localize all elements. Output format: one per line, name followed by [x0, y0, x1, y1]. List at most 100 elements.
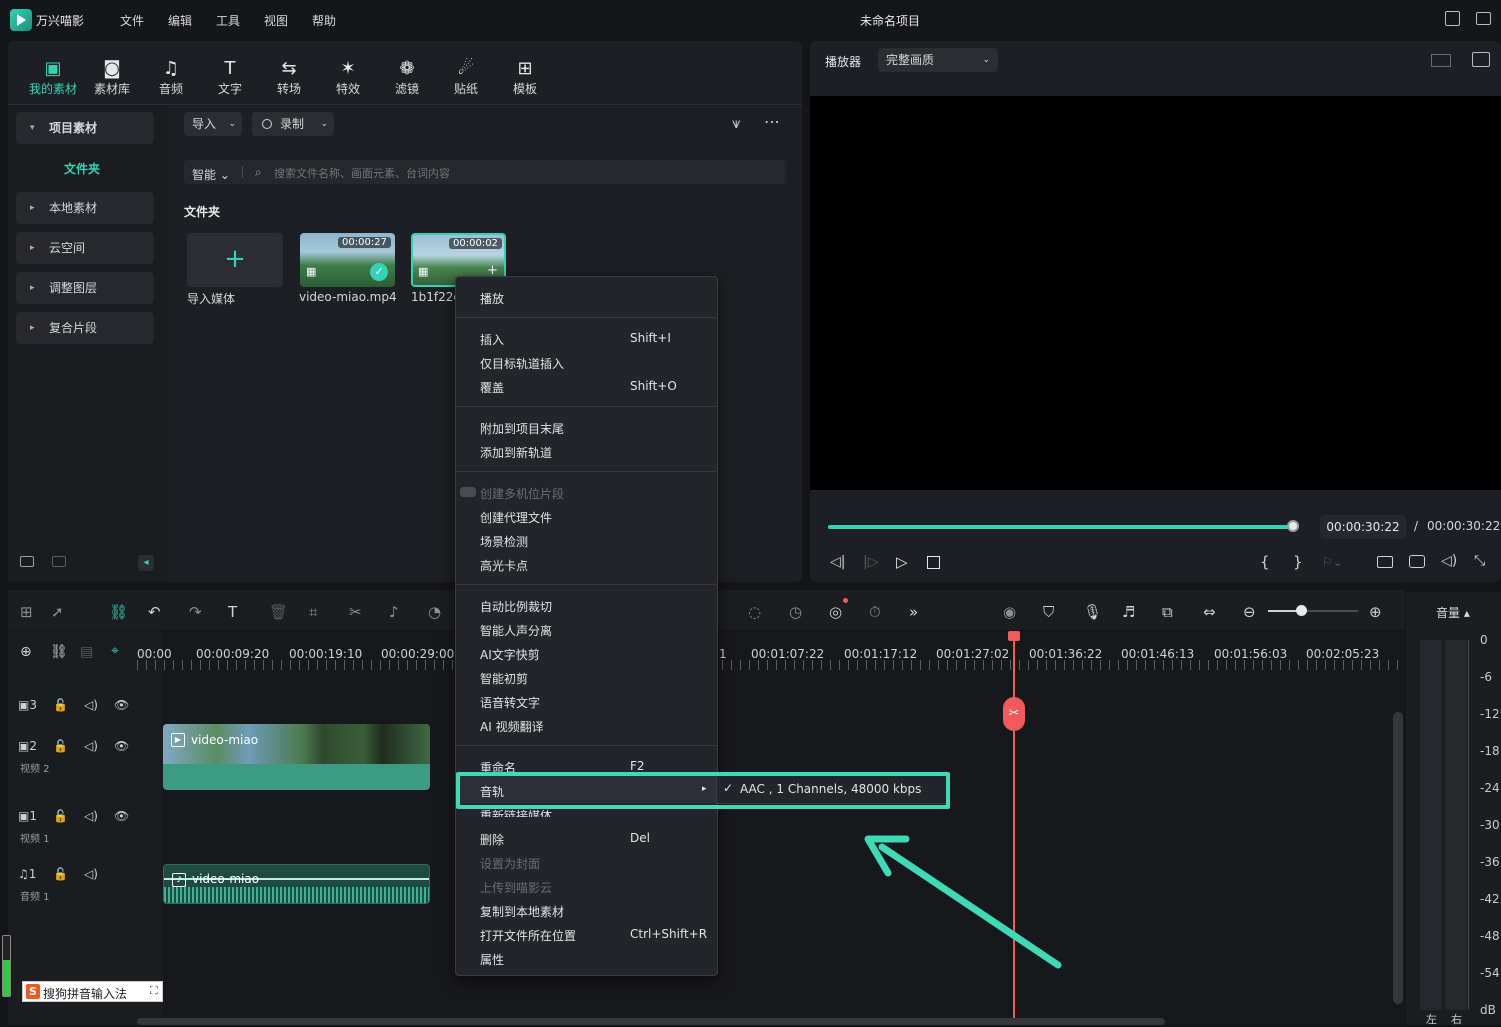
- motion-icon[interactable]: ◌: [748, 603, 761, 621]
- speaker-icon[interactable]: ◁): [84, 867, 98, 881]
- audio-adjust-icon[interactable]: ♪: [389, 603, 399, 621]
- prev-frame-icon[interactable]: ◁|: [830, 554, 845, 570]
- zoom-slider-handle[interactable]: [1296, 605, 1307, 616]
- menu-item-vocal-separation[interactable]: 智能人声分离: [480, 622, 552, 639]
- speaker-icon[interactable]: ◁): [84, 698, 98, 712]
- layout-icon[interactable]: [1476, 12, 1491, 25]
- menu-item-scene-detect[interactable]: 场景检测: [480, 533, 528, 550]
- sidebar-project-media[interactable]: 项目素材: [16, 112, 154, 144]
- stop-icon[interactable]: [927, 556, 940, 569]
- folder-icon[interactable]: [52, 556, 66, 567]
- delete-icon[interactable]: 🗑: [269, 603, 288, 621]
- render-icon[interactable]: ◉: [1003, 603, 1016, 621]
- tab-filter[interactable]: ❁ 滤镜: [382, 58, 432, 97]
- menu-item-open-location[interactable]: 打开文件所在位置: [480, 927, 576, 944]
- tab-text[interactable]: T 文字: [205, 58, 255, 97]
- mark-in-icon[interactable]: {: [1260, 553, 1270, 571]
- tab-effects[interactable]: ✶ 特效: [323, 58, 373, 97]
- menu-edit[interactable]: 编辑: [168, 12, 192, 29]
- shield-icon[interactable]: ⛉: [1043, 603, 1054, 621]
- menu-item-proxy[interactable]: 创建代理文件: [480, 509, 552, 526]
- color-icon[interactable]: ◔: [428, 603, 441, 621]
- next-frame-icon[interactable]: |▷: [863, 554, 878, 570]
- menu-item-new-track[interactable]: 添加到新轨道: [480, 444, 552, 461]
- speaker-icon[interactable]: ◁): [84, 809, 98, 823]
- audio-clip[interactable]: ♪ video-miao: [163, 864, 430, 904]
- menu-item-insert-target-track[interactable]: 仅目标轨道插入: [480, 355, 564, 372]
- snap-icon[interactable]: ⌖: [111, 643, 119, 659]
- snapshot-icon[interactable]: [1409, 555, 1425, 568]
- lock-icon[interactable]: 🔓: [53, 698, 68, 712]
- tab-audio[interactable]: ♫ 音频: [146, 58, 196, 97]
- import-media-button[interactable]: +: [187, 233, 283, 287]
- tab-sticker[interactable]: ☄ 贴纸: [441, 58, 491, 97]
- media-thumb-video-miao[interactable]: 00:00:27 ▦ ✓: [300, 233, 395, 287]
- collapse-sidebar-icon[interactable]: ◂: [138, 555, 154, 571]
- add-track-icon[interactable]: ⊕: [20, 644, 32, 660]
- zoom-in-icon[interactable]: ⊕: [1369, 603, 1382, 621]
- lock-icon[interactable]: 🔓: [53, 867, 68, 881]
- menu-item-ai-text-edit[interactable]: AI文字快剪: [480, 646, 540, 663]
- sidebar-item-compound[interactable]: 复合片段: [16, 312, 154, 344]
- link-track-icon[interactable]: ⛓: [50, 644, 68, 660]
- link-icon[interactable]: ⛓: [109, 603, 128, 621]
- menu-item-insert[interactable]: 插入: [480, 331, 504, 348]
- tab-template[interactable]: ⊞ 模板: [500, 58, 550, 97]
- layout-grid-icon[interactable]: ⊞: [20, 603, 33, 621]
- player-progress-track[interactable]: [828, 525, 1298, 529]
- menu-item-properties[interactable]: 属性: [480, 951, 504, 968]
- cut-icon[interactable]: ✂: [349, 603, 362, 621]
- menu-item-append[interactable]: 附加到项目末尾: [480, 420, 564, 437]
- menu-item-highlight-beat[interactable]: 高光卡点: [480, 557, 528, 574]
- record-button[interactable]: 录制 ⌄: [252, 112, 334, 136]
- fullscreen-icon[interactable]: ⤡: [1474, 553, 1485, 569]
- volume-icon[interactable]: ◁): [1441, 553, 1457, 569]
- search-input[interactable]: [274, 164, 774, 182]
- text-tool-icon[interactable]: T: [228, 603, 237, 621]
- menu-item-copy-local[interactable]: 复制到本地素材: [480, 903, 564, 920]
- pip-icon[interactable]: ⧉: [1162, 603, 1173, 621]
- import-button[interactable]: 导入 ⌄: [184, 112, 242, 136]
- volume-label[interactable]: 音量 ▴: [1436, 604, 1470, 621]
- menu-help[interactable]: 帮助: [312, 12, 336, 29]
- menu-item-play[interactable]: 播放: [480, 290, 504, 307]
- redo-icon[interactable]: ↷: [189, 603, 202, 621]
- mic-icon[interactable]: 🎙: [1083, 603, 1102, 621]
- more-tools-icon[interactable]: »: [909, 603, 918, 621]
- new-folder-icon[interactable]: [20, 556, 34, 567]
- tab-library[interactable]: ◙ 素材库: [87, 58, 137, 97]
- eye-icon[interactable]: 👁: [114, 698, 129, 712]
- zoom-out-icon[interactable]: ⊖: [1243, 603, 1256, 621]
- sidebar-item-cloud[interactable]: 云空间: [16, 232, 154, 264]
- menu-item-delete[interactable]: 删除: [480, 831, 504, 848]
- select-arrow-icon[interactable]: ➚: [51, 603, 64, 621]
- sidebar-item-local[interactable]: 本地素材: [16, 192, 154, 224]
- lock-icon[interactable]: 🔓: [53, 809, 68, 823]
- vertical-scrollbar[interactable]: [1393, 712, 1403, 1004]
- undo-icon[interactable]: ↶: [148, 603, 161, 621]
- scissors-icon[interactable]: ✂: [1003, 697, 1025, 731]
- menu-item-ai-translate[interactable]: AI 视频翻译: [480, 718, 544, 735]
- quality-dropdown[interactable]: 完整画质 ⌄: [878, 48, 998, 72]
- display-icon[interactable]: [1377, 556, 1393, 568]
- menu-view[interactable]: 视图: [264, 12, 288, 29]
- music-list-icon[interactable]: ♬: [1122, 603, 1135, 621]
- playhead-handle[interactable]: [1008, 631, 1020, 641]
- menu-item-smart-cut[interactable]: 智能初剪: [480, 670, 528, 687]
- menu-item-auto-reframe[interactable]: 自动比例裁切: [480, 598, 552, 615]
- sidebar-item-adjust-layer[interactable]: 调整图层: [16, 272, 154, 304]
- crop-icon[interactable]: ⌗: [309, 603, 317, 621]
- grid-view-icon[interactable]: [1431, 54, 1451, 67]
- more-icon[interactable]: ⋯: [764, 112, 780, 131]
- speaker-icon[interactable]: ◁): [84, 739, 98, 753]
- horizontal-scrollbar[interactable]: [137, 1018, 1165, 1025]
- current-time[interactable]: 00:00:30:22: [1320, 515, 1406, 539]
- menu-item-overwrite[interactable]: 覆盖: [480, 379, 504, 396]
- timer-icon[interactable]: ⏱: [869, 603, 881, 621]
- image-icon[interactable]: [1472, 52, 1490, 67]
- mark-out-icon[interactable]: }: [1293, 553, 1303, 571]
- speed-icon[interactable]: ◷: [789, 603, 802, 621]
- eye-icon[interactable]: 👁: [114, 739, 129, 753]
- video-clip[interactable]: ▶ video-miao: [163, 724, 430, 790]
- lock-icon[interactable]: 🔓: [53, 739, 68, 753]
